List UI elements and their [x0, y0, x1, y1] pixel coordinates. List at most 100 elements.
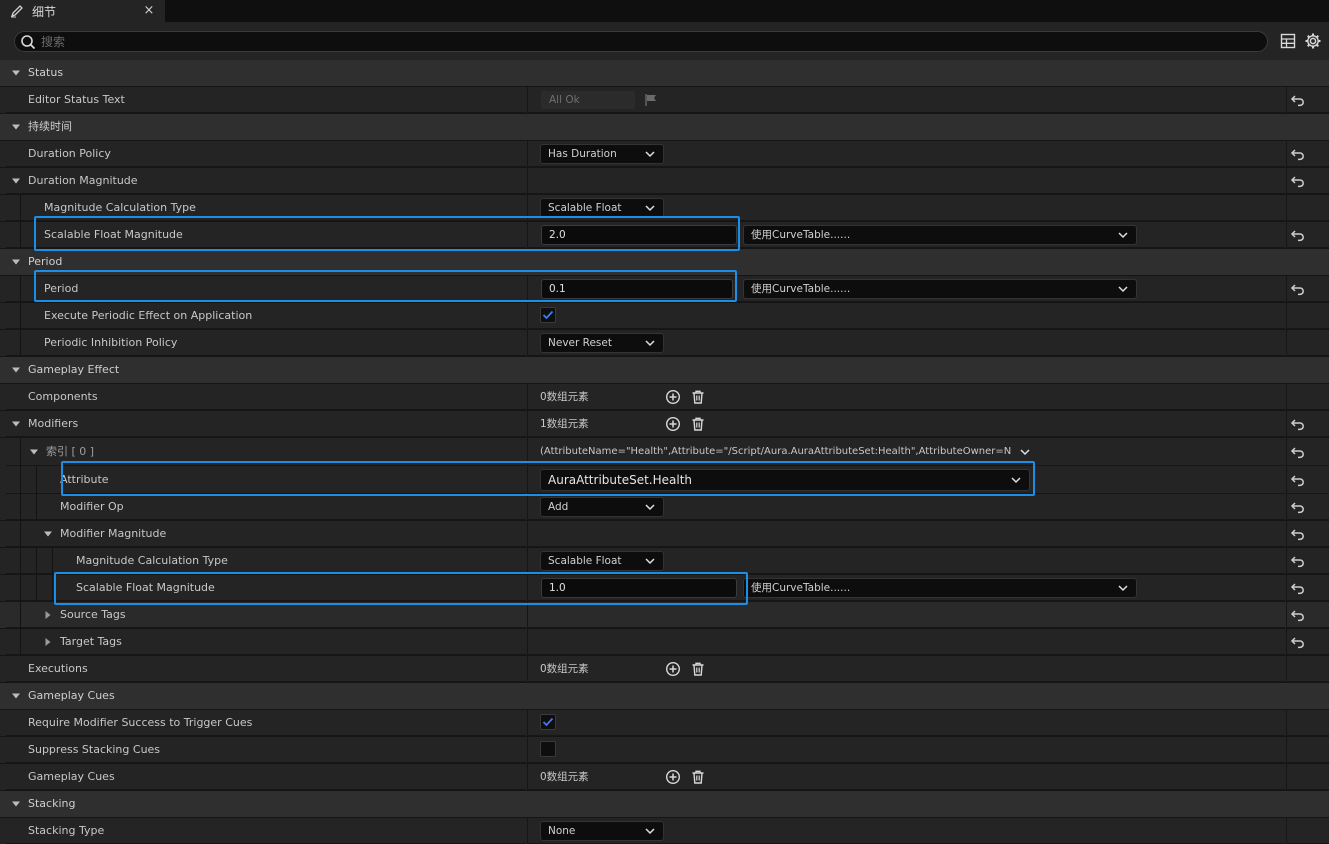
input-value: 1.0	[549, 582, 566, 594]
search-input[interactable]	[41, 33, 1241, 50]
property-label: Magnitude Calculation Type	[76, 554, 228, 567]
property-label: Suppress Stacking Cues	[28, 743, 161, 756]
scalable-float-input[interactable]: 1.0	[541, 578, 737, 598]
indent-guide	[20, 303, 21, 329]
modifier-calc-type-dropdown[interactable]: Scalable Float	[540, 551, 664, 571]
reset-to-default-icon[interactable]	[1290, 444, 1306, 460]
trash-icon[interactable]	[690, 769, 706, 785]
row-editor-status-text: Editor Status Text All Ok	[0, 87, 1329, 113]
expand-down-icon[interactable]	[9, 791, 23, 817]
expand-down-icon[interactable]	[41, 521, 55, 547]
dropdown-value: 使用CurveTable......	[751, 283, 851, 295]
magnitude-calc-type-dropdown[interactable]: Scalable Float	[540, 198, 664, 218]
reset-to-default-icon[interactable]	[1290, 499, 1306, 515]
reset-to-default-icon[interactable]	[1290, 553, 1306, 569]
value-cell: 0数组元素	[527, 384, 1285, 410]
reset-to-default-icon[interactable]	[1290, 92, 1306, 108]
expand-down-icon[interactable]	[9, 249, 23, 275]
property-label: Executions	[28, 662, 88, 675]
row-period: Period 0.1 使用CurveTable......	[0, 276, 1329, 302]
trash-icon[interactable]	[690, 661, 706, 677]
input-value: 0.1	[549, 283, 566, 295]
row-target-tags: Target Tags	[0, 629, 1329, 655]
expand-down-icon[interactable]	[9, 411, 23, 437]
value-cell: AuraAttributeSet.Health	[527, 466, 1285, 494]
value-cell	[527, 521, 1285, 547]
curve-table-dropdown[interactable]: 使用CurveTable......	[743, 225, 1137, 245]
curve-table-dropdown[interactable]: 使用CurveTable......	[743, 279, 1137, 299]
search-row	[0, 22, 1329, 60]
property-label: Target Tags	[60, 635, 122, 648]
row-source-tags: Source Tags	[0, 602, 1329, 628]
curve-table-dropdown[interactable]: 使用CurveTable......	[743, 578, 1137, 598]
row-duration-magnitude-calc-type: Magnitude Calculation Type Scalable Floa…	[0, 195, 1329, 221]
expand-down-icon[interactable]	[9, 357, 23, 383]
expand-down-icon[interactable]	[9, 114, 23, 140]
add-element-icon[interactable]	[665, 389, 681, 405]
modifier-summary-text: (AttributeName="Health",Attribute="/Scri…	[540, 446, 1012, 457]
category-duration[interactable]: 持续时间	[0, 114, 1329, 140]
search-box[interactable]	[14, 31, 1268, 52]
expand-down-icon[interactable]	[27, 438, 41, 466]
add-element-icon[interactable]	[665, 769, 681, 785]
reset-to-default-icon[interactable]	[1290, 173, 1306, 189]
reset-to-default-icon[interactable]	[1290, 227, 1306, 243]
category-label: Period	[28, 255, 63, 268]
dropdown-value: Scalable Float	[548, 555, 622, 567]
execute-on-application-checkbox[interactable]	[540, 307, 556, 323]
indent-guide	[20, 548, 21, 574]
inhibition-policy-dropdown[interactable]: Never Reset	[540, 333, 664, 353]
property-label: Attribute	[60, 473, 109, 486]
suppress-stacking-checkbox[interactable]	[540, 741, 556, 757]
modifier-summary-dropdown[interactable]: (AttributeName="Health",Attribute="/Scri…	[540, 442, 1030, 462]
gear-icon[interactable]	[1304, 32, 1322, 50]
reset-to-default-icon[interactable]	[1290, 526, 1306, 542]
period-input[interactable]: 0.1	[541, 279, 733, 299]
category-period[interactable]: Period	[0, 249, 1329, 275]
require-success-checkbox[interactable]	[540, 714, 556, 730]
reset-to-default-icon[interactable]	[1290, 472, 1306, 488]
category-stacking[interactable]: Stacking	[0, 791, 1329, 817]
trash-icon[interactable]	[690, 416, 706, 432]
attribute-dropdown[interactable]: AuraAttributeSet.Health	[540, 469, 1030, 491]
reset-to-default-icon[interactable]	[1290, 634, 1306, 650]
dropdown-value: Add	[548, 501, 569, 513]
scalable-float-input[interactable]: 2.0	[541, 225, 737, 245]
add-element-icon[interactable]	[665, 661, 681, 677]
indent-guide	[20, 276, 21, 302]
array-count: 0数组元素	[540, 663, 589, 675]
dropdown-value: 使用CurveTable......	[751, 582, 851, 594]
expand-down-icon[interactable]	[9, 168, 23, 194]
property-label: Scalable Float Magnitude	[44, 228, 183, 241]
property-label: Stacking Type	[28, 824, 105, 837]
expand-down-icon[interactable]	[9, 60, 23, 86]
category-label: Stacking	[28, 797, 76, 810]
expand-down-icon[interactable]	[9, 683, 23, 709]
category-status[interactable]: Status	[0, 60, 1329, 86]
row-modifiers: Modifiers 1数组元素	[0, 411, 1329, 437]
expand-right-icon[interactable]	[41, 602, 55, 628]
input-value: 2.0	[549, 229, 566, 241]
reset-to-default-icon[interactable]	[1290, 607, 1306, 623]
table-view-icon[interactable]	[1280, 33, 1298, 51]
stacking-type-dropdown[interactable]: None	[540, 821, 664, 841]
category-gameplay-effect[interactable]: Gameplay Effect	[0, 357, 1329, 383]
value-cell	[527, 737, 1285, 763]
row-require-modifier-success: Require Modifier Success to Trigger Cues	[0, 710, 1329, 736]
add-element-icon[interactable]	[665, 416, 681, 432]
tab-title: 细节	[32, 4, 57, 19]
reset-to-default-icon[interactable]	[1290, 416, 1306, 432]
category-gameplay-cues[interactable]: Gameplay Cues	[0, 683, 1329, 709]
reset-to-default-icon[interactable]	[1290, 580, 1306, 596]
expand-right-icon[interactable]	[41, 629, 55, 655]
indent-guide	[20, 195, 21, 221]
details-tab[interactable]: 细节 ×	[0, 0, 165, 22]
close-icon[interactable]: ×	[141, 2, 157, 20]
trash-icon[interactable]	[690, 389, 706, 405]
duration-policy-dropdown[interactable]: Has Duration	[540, 144, 664, 164]
row-stacking-type: Stacking Type None	[0, 818, 1329, 844]
modifier-op-dropdown[interactable]: Add	[540, 497, 664, 517]
reset-cell	[1286, 764, 1329, 790]
reset-to-default-icon[interactable]	[1290, 281, 1306, 297]
reset-to-default-icon[interactable]	[1290, 146, 1306, 162]
